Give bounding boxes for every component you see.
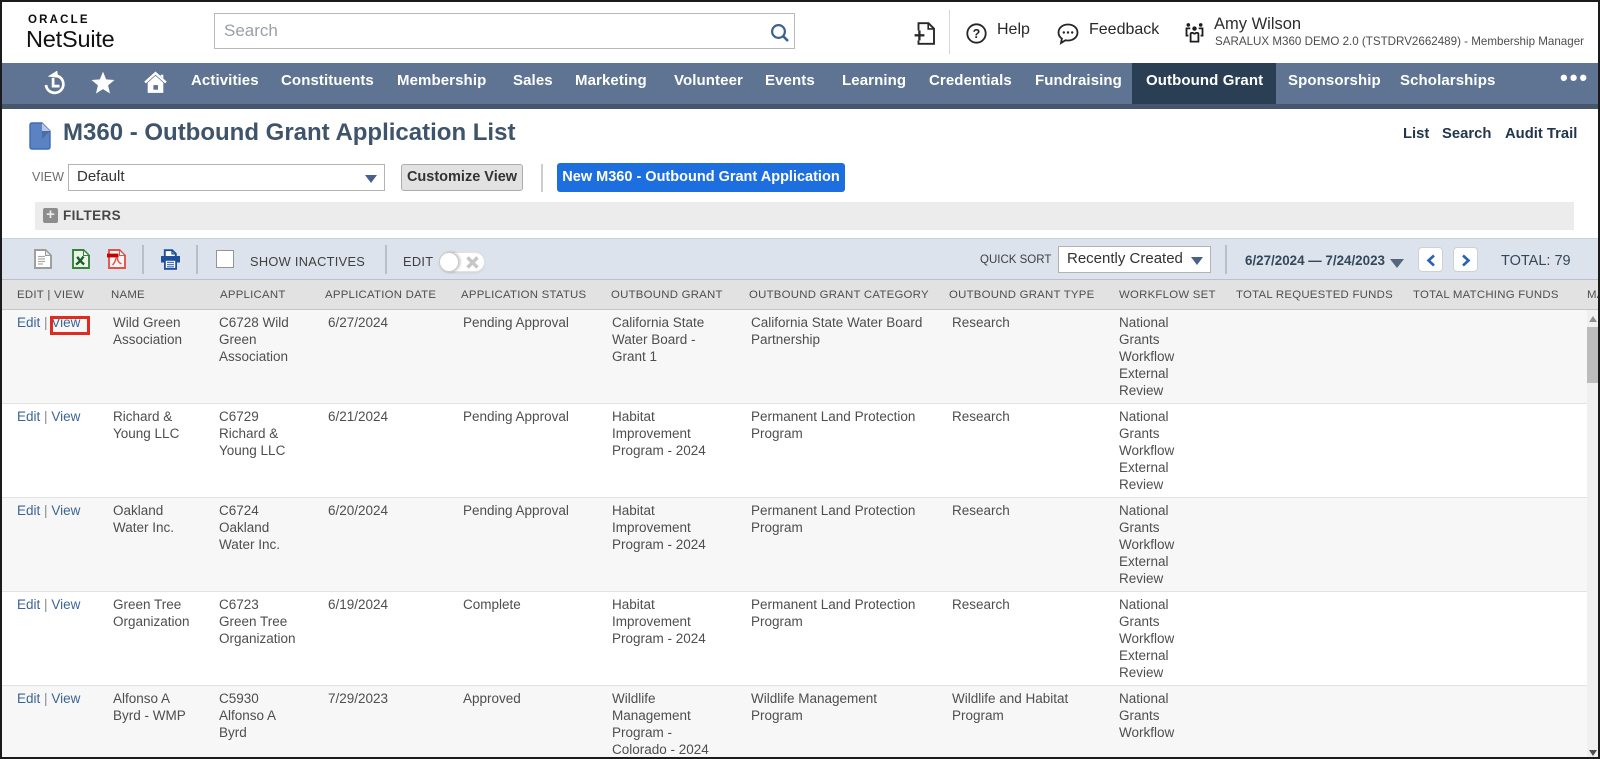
svg-text:?: ? xyxy=(973,27,981,41)
